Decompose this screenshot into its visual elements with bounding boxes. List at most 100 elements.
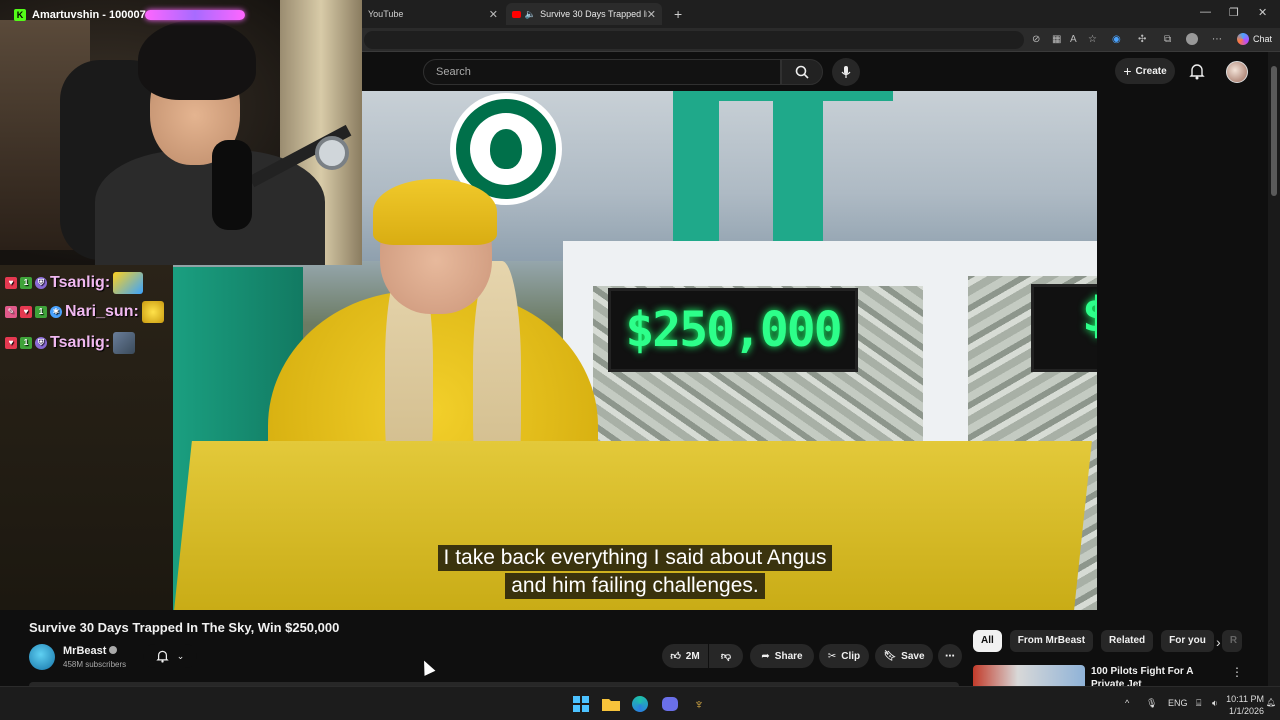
clip-button[interactable]: ✂ Clip: [819, 644, 869, 668]
recommended-video-title[interactable]: 100 Pilots Fight For A Private Jet: [1091, 665, 1221, 686]
favorite-icon[interactable]: ☆: [1088, 34, 1097, 45]
video-teal-post: [773, 91, 823, 251]
facecam-microphone: [212, 140, 252, 230]
copilot-chat-button[interactable]: Chat: [1236, 33, 1272, 45]
read-aloud-icon[interactable]: A: [1070, 34, 1077, 45]
channel-name-text: MrBeast: [63, 645, 107, 657]
prize-led-sign-2: $: [1031, 284, 1097, 372]
video-title: Survive 30 Days Trapped In The Sky, Win …: [29, 620, 340, 635]
stream-title: K Amartuvshin - 100007: [14, 9, 146, 21]
recommended-video-thumbnail[interactable]: [973, 665, 1085, 686]
discord-icon[interactable]: [661, 695, 679, 713]
save-button[interactable]: 🔖︎ Save: [875, 644, 933, 668]
minimize-icon[interactable]: —: [1200, 6, 1211, 18]
system-clock[interactable]: 10:11 PM 1/1/2026: [1222, 693, 1264, 717]
video-teal-beam: [673, 91, 893, 101]
search-icon: [795, 65, 809, 79]
chip-from-mrbeast[interactable]: From MrBeast: [1009, 630, 1094, 652]
extensions-puzzle-icon[interactable]: ✣: [1138, 34, 1146, 45]
chat-message: ♥ 1 ⛨ Tsanlig:: [5, 272, 144, 294]
share-button[interactable]: ➦ Share: [750, 644, 814, 668]
verified-icon: [109, 646, 118, 654]
bell-icon: [1189, 64, 1205, 80]
clip-label: Clip: [841, 650, 861, 662]
chevron-right-icon[interactable]: ›: [1216, 634, 1221, 650]
profile-icon[interactable]: [1186, 33, 1198, 45]
tab-video[interactable]: 🔈 Survive 30 Days Trapped In Th ✕: [506, 3, 662, 25]
youtube-favicon-icon: [512, 10, 521, 18]
file-explorer-icon[interactable]: [602, 695, 620, 713]
heart-badge-icon: ♥: [5, 337, 17, 349]
subscription-notification-button[interactable]: ⌄: [143, 644, 197, 668]
chat-username: Nari_sun:: [65, 303, 139, 320]
account-avatar[interactable]: [1226, 61, 1248, 83]
copilot-icon: [1236, 33, 1249, 45]
tab-label: YouTube: [368, 9, 404, 19]
video-teal-post: [673, 91, 719, 251]
save-label: Save: [901, 650, 925, 662]
like-count: 2M: [685, 650, 700, 662]
chip-related[interactable]: Related: [1101, 630, 1154, 652]
chat-message: ✎ ♥ 1 ✱ Nari_sun:: [5, 301, 164, 323]
tray-overflow-icon[interactable]: ^: [1125, 698, 1129, 708]
address-bar[interactable]: [364, 31, 1024, 49]
youtube-header: Search + Create: [362, 52, 1268, 91]
chip-all[interactable]: All: [973, 630, 1002, 652]
voice-search-button[interactable]: [832, 58, 860, 86]
network-icon[interactable]: ⌸: [1196, 698, 1201, 709]
chip-for-you[interactable]: For you: [1161, 630, 1214, 652]
scrollbar-thumb[interactable]: [1271, 66, 1277, 196]
close-window-icon[interactable]: ✕: [1258, 6, 1267, 19]
apps-icon[interactable]: ▦: [1052, 34, 1061, 45]
edge-browser-icon[interactable]: [631, 695, 649, 713]
chip-partial[interactable]: R: [1221, 630, 1242, 652]
more-vertical-icon[interactable]: ⋮: [1231, 665, 1243, 679]
like-button[interactable]: 👍︎ 2M: [662, 644, 708, 668]
thumbs-down-icon: 👎︎: [720, 651, 732, 662]
chevron-down-icon: ⌄: [176, 650, 185, 661]
search-button[interactable]: [781, 59, 823, 85]
facecam-camera: [315, 136, 349, 170]
close-tab-icon[interactable]: ✕: [647, 8, 656, 21]
emote-icon: [141, 301, 164, 323]
speaker-icon: 🔈: [524, 8, 537, 19]
tab-youtube[interactable]: YouTube ✕: [362, 3, 504, 25]
tray-mic-icon[interactable]: 🎙︎: [1146, 698, 1157, 709]
notification-bell-icon[interactable]: 🔔︎: [1266, 698, 1276, 707]
page-scrollbar[interactable]: [1268, 52, 1280, 686]
dislike-button[interactable]: 👎︎: [709, 644, 743, 668]
video-person-beanie: [373, 179, 497, 245]
kick-logo-icon: K: [14, 9, 26, 21]
windows-start-icon[interactable]: [572, 695, 590, 713]
input-language[interactable]: ENG: [1168, 698, 1188, 708]
sub-badge-icon: 1: [20, 277, 32, 289]
new-tab-button[interactable]: +: [668, 3, 688, 25]
share-label: Share: [774, 650, 803, 662]
close-tab-icon[interactable]: ✕: [489, 8, 498, 21]
more-menu-icon[interactable]: ⋯: [1212, 34, 1222, 45]
extension-icon[interactable]: ◉: [1112, 34, 1121, 45]
volume-icon[interactable]: 🔉︎: [1212, 698, 1218, 709]
collections-icon[interactable]: ⧉: [1164, 34, 1171, 45]
clock-date: 1/1/2026: [1228, 706, 1264, 716]
restore-icon[interactable]: ❐: [1229, 6, 1239, 19]
caption-line-2: and him failing challenges.: [173, 573, 1097, 599]
channel-name[interactable]: MrBeast: [63, 645, 118, 657]
create-button[interactable]: + Create: [1115, 58, 1175, 84]
shield-badge-icon: ⛨: [35, 277, 47, 289]
sub-badge-icon: 1: [35, 306, 47, 318]
emote-icon: [113, 272, 144, 294]
translate-icon[interactable]: ⊘: [1032, 34, 1040, 45]
streamer-title-text: Amartuvshin - 100007: [32, 9, 146, 21]
caption-line-1: I take back everything I said about Angu…: [173, 545, 1097, 571]
search-input[interactable]: Search: [423, 59, 781, 85]
app-icon[interactable]: ♆: [690, 695, 708, 713]
chat-username: Tsanlig:: [50, 274, 111, 291]
notifications-button[interactable]: [1189, 62, 1205, 85]
more-actions-button[interactable]: ⋯: [938, 644, 962, 668]
channel-avatar[interactable]: [29, 644, 55, 670]
chat-message: ♥ 1 ⛨ Tsanlig:: [5, 332, 136, 354]
heart-badge-icon: ♥: [20, 306, 32, 318]
snowflake-badge-icon: ✱: [50, 306, 62, 318]
recommendation-chips: All From MrBeast Related For you R: [973, 630, 1242, 652]
